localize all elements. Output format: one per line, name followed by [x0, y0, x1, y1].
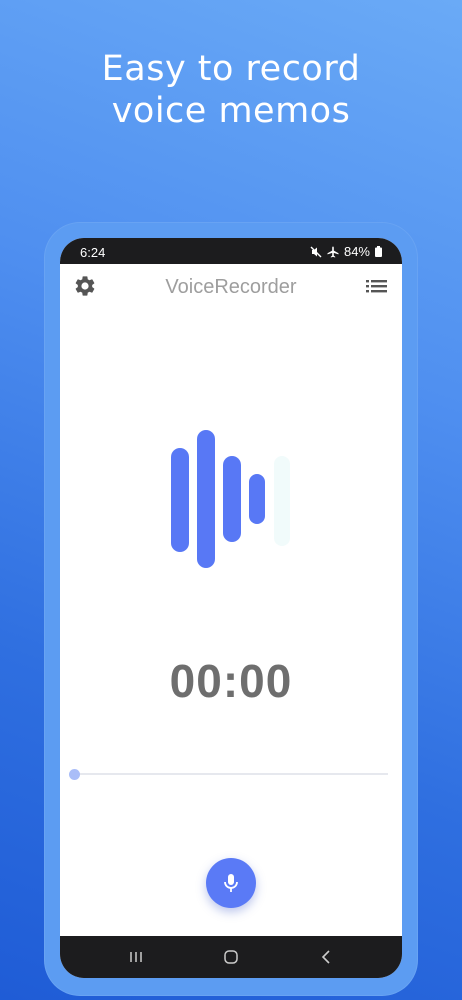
- app-title: VoiceRecorder: [165, 276, 297, 298]
- airplane-icon: [327, 246, 339, 257]
- recordings-list-button[interactable]: [364, 274, 390, 298]
- microphone-icon: [224, 874, 238, 892]
- record-button[interactable]: [206, 858, 256, 908]
- wave-bar: [223, 456, 241, 542]
- wave-bar: [249, 474, 265, 524]
- list-icon: [366, 280, 387, 293]
- promo-headline-line1: Easy to record: [101, 49, 361, 89]
- nav-recent-apps-button[interactable]: [124, 946, 148, 968]
- wave-bar: [171, 448, 189, 552]
- recording-timer: 00:00: [169, 655, 293, 707]
- home-icon: [224, 950, 238, 964]
- status-time: 6:24: [80, 245, 106, 260]
- battery-icon: [375, 246, 382, 257]
- seekbar-thumb[interactable]: [69, 769, 80, 780]
- android-nav-bar: [60, 936, 402, 978]
- nav-back-button[interactable]: [314, 946, 338, 968]
- promo-headline-line2: voice memos: [111, 91, 351, 131]
- promo-headline: Easy to record voice memos: [0, 48, 462, 132]
- recent-apps-icon: [130, 952, 142, 962]
- wave-bar-faded: [274, 456, 290, 546]
- app-bar: VoiceRecorder: [60, 264, 402, 310]
- phone-screen: 6:24 84% VoiceRecorder 00:00: [60, 238, 402, 978]
- back-icon: [321, 950, 330, 964]
- voice-wave-logo: [168, 428, 298, 568]
- nav-home-button[interactable]: [219, 946, 243, 968]
- wave-bar: [197, 430, 215, 568]
- battery-text: 84%: [343, 244, 370, 259]
- status-icons: 84%: [310, 244, 382, 259]
- status-bar: 6:24 84%: [60, 238, 402, 264]
- playback-seekbar[interactable]: [74, 773, 388, 775]
- mute-icon: [310, 246, 322, 257]
